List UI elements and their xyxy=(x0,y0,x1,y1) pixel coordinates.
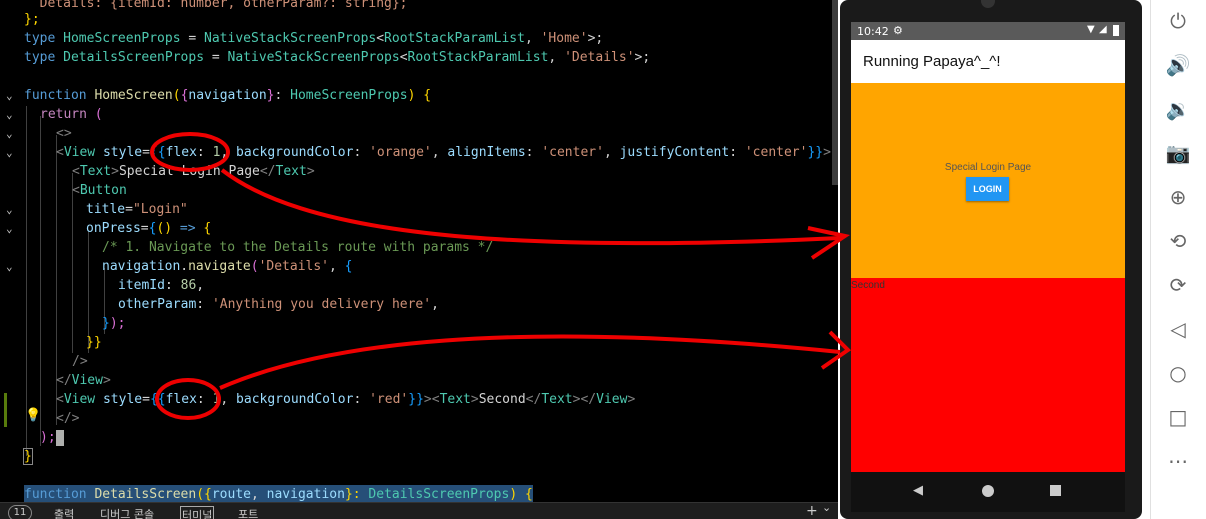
overview-icon[interactable]: □ xyxy=(1165,404,1191,430)
text-cursor xyxy=(55,429,64,446)
fold-chevron-icon[interactable]: ⌄ xyxy=(6,200,18,219)
nav-recents-icon[interactable] xyxy=(1050,485,1061,496)
battery-icon xyxy=(1113,25,1119,36)
settings-icon: ⚙ xyxy=(893,24,903,37)
phone-screen[interactable]: 10:42 ⚙ ▼ ◢ Running Papaya^_^! Special L… xyxy=(851,22,1125,472)
problems-badge[interactable]: 11 xyxy=(8,505,32,519)
second-text: Second xyxy=(851,280,885,291)
code-line: <Button xyxy=(72,183,127,198)
fold-chevron-icon[interactable]: ⌄ xyxy=(6,124,18,143)
special-login-text: Special Login Page xyxy=(944,162,1032,173)
status-time: 10:42 xyxy=(857,25,889,38)
login-button[interactable]: LOGIN xyxy=(966,177,1009,201)
code-line: <Text>Special Login Page</Text> xyxy=(72,164,315,179)
back-icon[interactable]: ◁ xyxy=(1165,316,1191,342)
tab-debug-console[interactable]: 디버그 콘솔 xyxy=(100,506,154,519)
code-line: function HomeScreen({navigation}: HomeSc… xyxy=(24,88,432,103)
volume-up-icon[interactable]: 🔊 xyxy=(1165,52,1191,78)
camera-icon[interactable]: 📷 xyxy=(1165,140,1191,166)
indent-guide xyxy=(40,116,41,446)
code-line: type DetailsScreenProps = NativeStackScr… xyxy=(24,50,651,65)
fold-chevron-icon[interactable]: ⌄ xyxy=(6,257,18,276)
fold-chevron-icon[interactable]: ⌄ xyxy=(6,86,18,105)
fold-chevron-icon[interactable]: ⌄ xyxy=(6,143,18,162)
indent-guide xyxy=(26,106,27,456)
code-line: navigation.navigate('Details', { xyxy=(102,259,353,274)
tab-terminal[interactable]: 터미널 xyxy=(180,506,215,519)
git-modified-marker xyxy=(4,393,7,427)
emulator-toolbar: ⏻ 🔊 🔉 📷 ⊕ ⟲ ⟳ ◁ ○ □ ⋯ xyxy=(1150,0,1206,519)
red-view: Second xyxy=(851,278,1125,472)
code-line: <View style={{flex: 1, backgroundColor: … xyxy=(56,392,636,407)
status-bar: 10:42 ⚙ ▼ ◢ xyxy=(851,22,1125,40)
code-line: </View> xyxy=(56,373,111,388)
power-icon[interactable]: ⏻ xyxy=(1165,8,1191,34)
add-terminal-icon[interactable]: + xyxy=(806,503,818,519)
code-editor[interactable]: ⌄ ⌄ ⌄ ⌄ ⌄ ⌄ ⌄ Details: {itemId: number, … xyxy=(0,0,838,519)
code-line: Details: {itemId: number, otherParam?: s… xyxy=(24,0,408,11)
tab-output[interactable]: 출력 xyxy=(54,506,74,519)
code-line: itemId: 86, xyxy=(118,278,205,293)
orange-view: Special Login Page LOGIN xyxy=(851,83,1125,278)
bottom-panel-tabs: 11 출력 디버그 콘솔 터미널 포트 + ⌄ xyxy=(0,501,838,519)
app-header: Running Papaya^_^! xyxy=(851,40,1125,84)
app-title: Running Papaya^_^! xyxy=(863,53,1001,70)
volume-down-icon[interactable]: 🔉 xyxy=(1165,96,1191,122)
wifi-icon: ▼ xyxy=(1087,24,1095,35)
code-line: title="Login" xyxy=(86,202,188,217)
rotate-left-icon[interactable]: ⟲ xyxy=(1165,228,1191,254)
nav-home-icon[interactable] xyxy=(982,485,994,497)
code-line: return ( xyxy=(40,107,103,122)
lightbulb-icon[interactable]: 💡 xyxy=(25,408,41,423)
code-line: }; xyxy=(24,12,40,27)
fold-chevron-icon[interactable]: ⌄ xyxy=(6,219,18,238)
indent-guide xyxy=(72,173,73,353)
code-line: <> xyxy=(56,126,72,141)
code-line: } xyxy=(23,448,33,465)
tab-ports[interactable]: 포트 xyxy=(238,506,258,519)
home-icon[interactable]: ○ xyxy=(1165,360,1191,386)
code-line: }); xyxy=(102,316,126,331)
code-line: /* 1. Navigate to the Details route with… xyxy=(102,240,494,255)
zoom-in-icon[interactable]: ⊕ xyxy=(1165,184,1191,210)
code-line: /> xyxy=(72,354,88,369)
code-line: }} xyxy=(86,335,102,350)
nav-back-icon[interactable]: ◀ xyxy=(913,483,923,498)
chevron-down-icon[interactable]: ⌄ xyxy=(822,501,831,514)
fold-chevron-icon[interactable]: ⌄ xyxy=(6,105,18,124)
code-line: type HomeScreenProps = NativeStackScreen… xyxy=(24,31,604,46)
more-icon[interactable]: ⋯ xyxy=(1165,448,1191,474)
signal-icon: ◢ xyxy=(1099,24,1107,35)
code-line: otherParam: 'Anything you delivery here'… xyxy=(118,297,439,312)
android-nav-bar: ◀ xyxy=(851,472,1125,512)
code-line: <View style={{flex: 1, backgroundColor: … xyxy=(56,145,831,160)
code-line: onPress={() => { xyxy=(86,221,212,236)
rotate-right-icon[interactable]: ⟳ xyxy=(1165,272,1191,298)
code-line: ); xyxy=(40,428,64,447)
code-line: </> xyxy=(56,411,80,426)
